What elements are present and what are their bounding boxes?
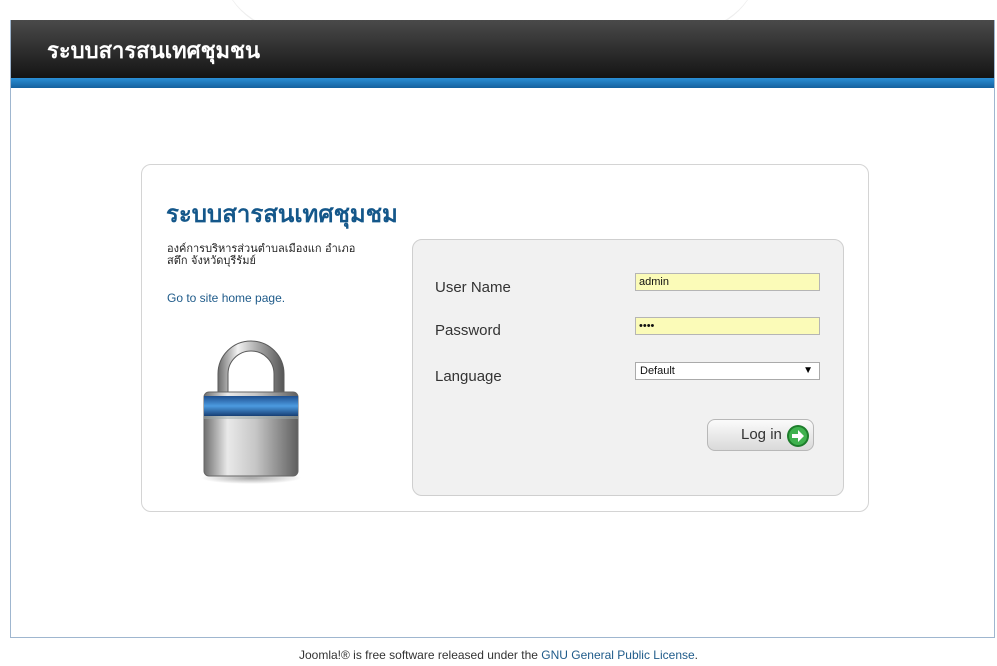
footer: Joomla!® is free software released under…: [0, 648, 997, 662]
site-home-link[interactable]: Go to site home page.: [167, 291, 285, 305]
arrow-right-circle-icon: [787, 425, 809, 447]
language-selected-value: Default: [640, 365, 675, 377]
login-box-title: ระบบสารสนเทศชุมชม: [166, 200, 398, 228]
footer-text: is free software released under the: [349, 648, 542, 662]
license-link[interactable]: GNU General Public License: [541, 648, 694, 662]
organization-name: องค์การบริหารส่วนตำบลเมืองแก อำเภอ สตึก …: [167, 243, 405, 267]
triangle-down-icon: ▼: [803, 365, 813, 376]
footer-brand: Joomla!®: [298, 648, 350, 662]
login-button-label: Log in: [741, 426, 782, 443]
site-title: ระบบสารสนเทศชุมชน: [47, 39, 261, 64]
header-bar: ระบบสารสนเทศชุมชน: [11, 20, 994, 78]
language-select[interactable]: Default ▼: [635, 362, 820, 380]
organization-line-2: สตึก จังหวัดบุรีรัมย์: [167, 254, 256, 267]
header-stripe: [11, 78, 994, 88]
username-label: User Name: [435, 279, 511, 296]
language-label: Language: [435, 368, 502, 385]
login-button[interactable]: Log in: [707, 419, 814, 451]
password-label: Password: [435, 322, 501, 339]
username-input[interactable]: admin: [635, 273, 820, 291]
footer-period: .: [694, 648, 699, 662]
password-input[interactable]: ••••: [635, 317, 820, 335]
padlock-icon: [201, 340, 301, 484]
